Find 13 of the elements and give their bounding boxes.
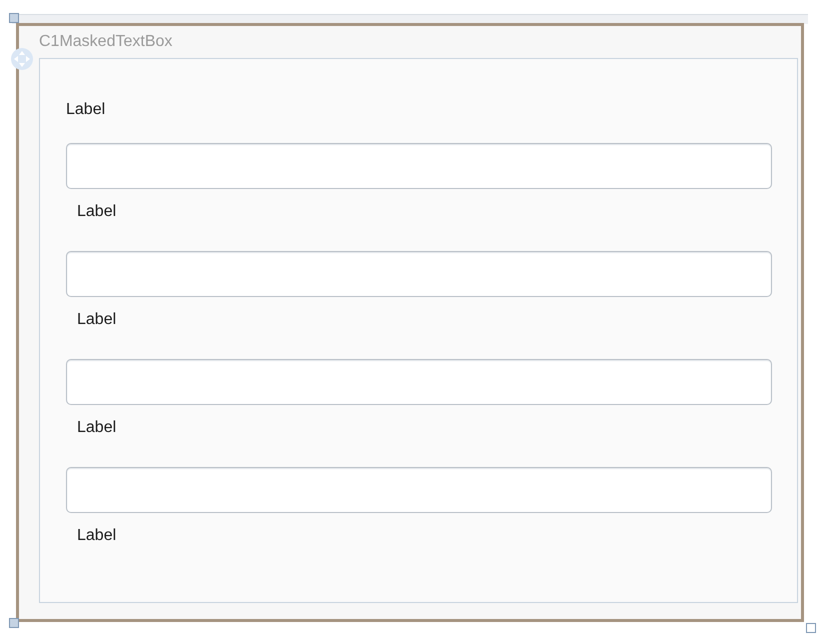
control-title: C1MaskedTextBox bbox=[39, 32, 174, 52]
label: Label bbox=[77, 310, 116, 330]
label: Label bbox=[77, 202, 116, 222]
resize-handle-icon[interactable] bbox=[806, 623, 816, 633]
label: Label bbox=[77, 526, 116, 546]
label: Label bbox=[77, 418, 116, 438]
label: Label bbox=[66, 100, 106, 120]
input-field[interactable] bbox=[66, 143, 772, 189]
resize-handle-icon[interactable] bbox=[9, 618, 19, 628]
input-field[interactable] bbox=[66, 359, 772, 405]
input-field[interactable] bbox=[66, 251, 772, 297]
resize-handle-icon[interactable] bbox=[9, 13, 19, 23]
input-field[interactable] bbox=[66, 467, 772, 513]
